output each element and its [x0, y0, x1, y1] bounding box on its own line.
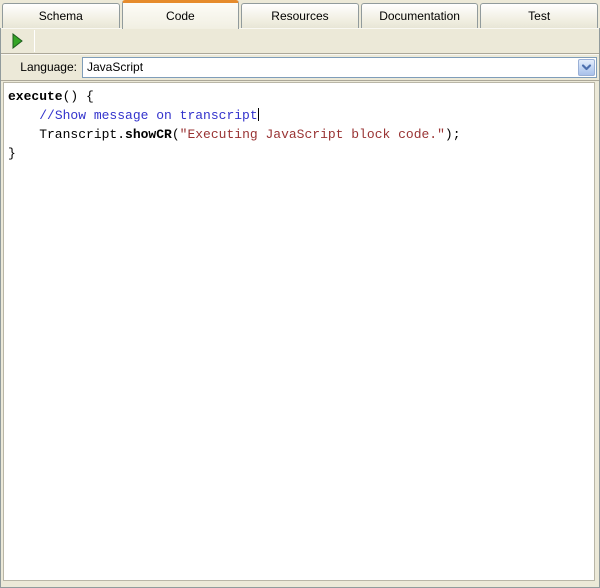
run-button[interactable] — [4, 30, 30, 52]
language-combobox[interactable]: JavaScript — [82, 57, 597, 78]
tab-code[interactable]: Code — [122, 0, 240, 29]
code-tab-window: { "tabs": [ { "label": "Schema", "select… — [0, 0, 600, 588]
code-segment-keyword: showCR — [125, 127, 172, 142]
tab-content-pane: Language: JavaScript execute() { //Show … — [0, 27, 600, 588]
code-segment-plain: ( — [172, 127, 180, 142]
tab-schema[interactable]: Schema — [2, 3, 120, 28]
tab-resources[interactable]: Resources — [241, 3, 359, 28]
language-row: Language: JavaScript — [1, 54, 599, 81]
chevron-down-icon — [581, 63, 592, 72]
toolbar — [1, 28, 599, 54]
tab-test[interactable]: Test — [480, 3, 598, 28]
toolbar-separator — [34, 30, 35, 52]
code-line: execute() { — [8, 87, 590, 106]
code-segment-plain: () { — [63, 89, 94, 104]
code-line: } — [8, 144, 590, 163]
code-segment-keyword: execute — [8, 89, 63, 104]
code-line: //Show message on transcript — [8, 106, 590, 125]
code-segment-plain: } — [8, 146, 16, 161]
code-segment-plain — [8, 108, 39, 123]
language-combobox-value: JavaScript — [83, 60, 577, 74]
code-segment-plain: Transcript. — [8, 127, 125, 142]
tab-bar: SchemaCodeResourcesDocumentationTest — [0, 0, 600, 28]
text-caret — [258, 108, 259, 121]
language-combobox-dropdown-button[interactable] — [578, 59, 595, 76]
language-label: Language: — [1, 60, 82, 74]
play-icon — [11, 33, 24, 49]
tab-documentation[interactable]: Documentation — [361, 3, 479, 28]
code-segment-comment: //Show message on transcript — [39, 108, 257, 123]
code-segment-string: "Executing JavaScript block code." — [180, 127, 445, 142]
code-segment-plain: ); — [445, 127, 461, 142]
code-line: Transcript.showCR("Executing JavaScript … — [8, 125, 590, 144]
code-editor[interactable]: execute() { //Show message on transcript… — [3, 82, 595, 581]
